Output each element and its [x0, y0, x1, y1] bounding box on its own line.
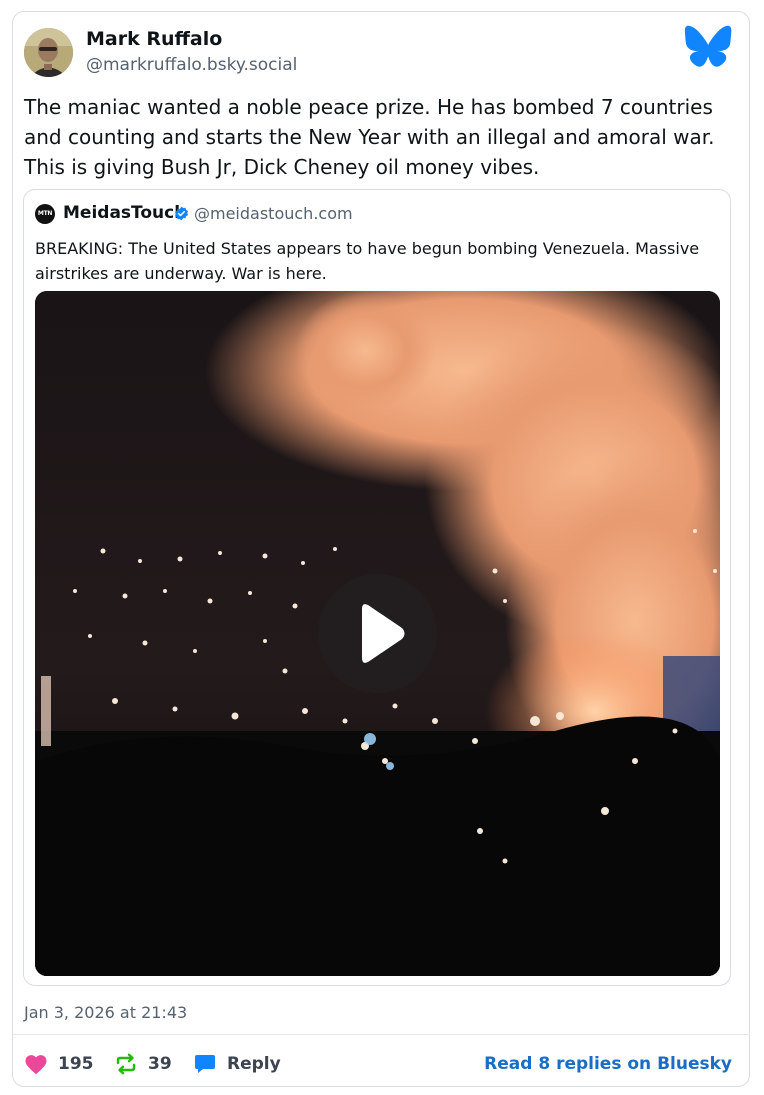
like-button[interactable]: 195 [24, 1050, 94, 1078]
quoted-author-avatar[interactable]: MTN [35, 204, 55, 224]
repost-icon [116, 1053, 136, 1075]
quoted-author-name[interactable]: MeidasTouch [63, 203, 186, 223]
reply-bubble-icon [195, 1055, 215, 1073]
quoted-post[interactable]: MTN MeidasTouch @meidastouch.com BREAKIN… [23, 189, 731, 986]
reply-label: Reply [227, 1054, 281, 1074]
post-timestamp[interactable]: Jan 3, 2026 at 21:43 [24, 1003, 187, 1022]
video-player[interactable] [35, 291, 720, 976]
repost-button[interactable]: 39 [114, 1050, 172, 1078]
read-replies-link[interactable]: Read 8 replies on Bluesky [484, 1054, 732, 1074]
post-text: The maniac wanted a noble peace prize. H… [24, 95, 715, 179]
author-handle[interactable]: @markruffalo.bsky.social [86, 55, 297, 75]
reply-button[interactable]: Reply [193, 1050, 281, 1078]
heart-icon [25, 1055, 47, 1075]
bluesky-butterfly-icon[interactable] [684, 25, 732, 67]
quoted-author-handle[interactable]: @meidastouch.com [194, 204, 353, 223]
quoted-post-text: BREAKING: The United States appears to h… [35, 239, 700, 283]
play-button[interactable] [318, 574, 437, 693]
author-name[interactable]: Mark Ruffalo [86, 28, 222, 50]
verified-badge-icon [174, 206, 189, 221]
author-avatar[interactable] [24, 28, 73, 77]
repost-count: 39 [148, 1054, 172, 1074]
play-icon [362, 604, 405, 663]
like-count: 195 [58, 1054, 94, 1074]
divider [12, 1034, 750, 1035]
